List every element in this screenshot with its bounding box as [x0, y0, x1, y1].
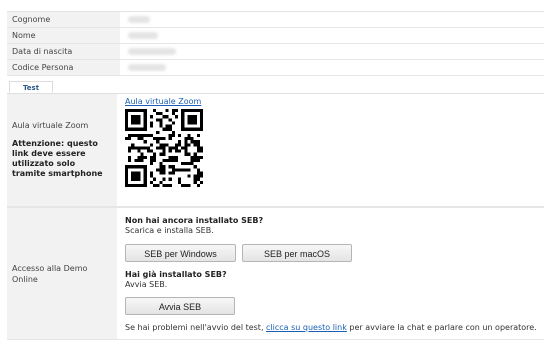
demo-label: Accesso alla Demo Online — [12, 263, 88, 284]
has-seb-text: Avvia SEB. — [125, 280, 168, 289]
demo-label-cell: Accesso alla Demo Online — [7, 208, 117, 339]
zoom-label-cell: Aula virtuale Zoom Attenzione: questo li… — [7, 94, 117, 206]
zoom-link[interactable]: Aula virtuale Zoom — [125, 97, 201, 106]
table-row: Nome — [7, 28, 544, 44]
qr-code-icon — [125, 109, 203, 187]
table-row: Codice Persona — [7, 60, 544, 76]
data-nascita-value — [120, 44, 544, 59]
no-seb-text: Scarica e installa SEB. — [125, 226, 214, 235]
data-nascita-label: Data di nascita — [7, 44, 120, 59]
seb-windows-button[interactable]: SEB per Windows — [125, 244, 236, 262]
cognome-label: Cognome — [7, 12, 120, 27]
table-row: Cognome — [7, 12, 544, 28]
zoom-content: Aula virtuale Zoom — [117, 94, 544, 206]
codice-persona-label: Codice Persona — [7, 60, 120, 75]
has-seb-title: Hai già installato SEB? — [125, 270, 227, 279]
help-text-post: per avviare la chat e parlare con un ope… — [346, 323, 537, 332]
help-text-pre: Se hai problemi nell'avvio del test, — [125, 323, 267, 332]
codice-persona-value — [120, 60, 544, 75]
zoom-warning: Attenzione: questo link deve essere util… — [12, 139, 103, 178]
tab-test[interactable]: Test — [9, 81, 53, 93]
zoom-label: Aula virtuale Zoom — [12, 121, 89, 130]
nome-value — [120, 28, 544, 43]
demo-content: Non hai ancora installato SEB? Scarica e… — [117, 208, 544, 339]
avvia-seb-button[interactable]: Avvia SEB — [125, 297, 235, 315]
no-seb-title: Non hai ancora installato SEB? — [125, 216, 264, 225]
nome-label: Nome — [7, 28, 120, 43]
demo-section: Accesso alla Demo Online Non hai ancora … — [7, 207, 544, 340]
chat-help-link[interactable]: clicca su questo link — [266, 323, 347, 332]
help-text: Se hai problemi nell'avvio del test, cli… — [125, 323, 537, 332]
zoom-section: Aula virtuale Zoom Attenzione: questo li… — [7, 94, 544, 207]
table-row: Data di nascita — [7, 44, 544, 60]
tab-bar: Test — [7, 81, 544, 94]
profile-table: Cognome Nome Data di nascita Codice Pers… — [7, 11, 544, 76]
seb-macos-button[interactable]: SEB per macOS — [242, 244, 352, 262]
cognome-value — [120, 12, 544, 27]
